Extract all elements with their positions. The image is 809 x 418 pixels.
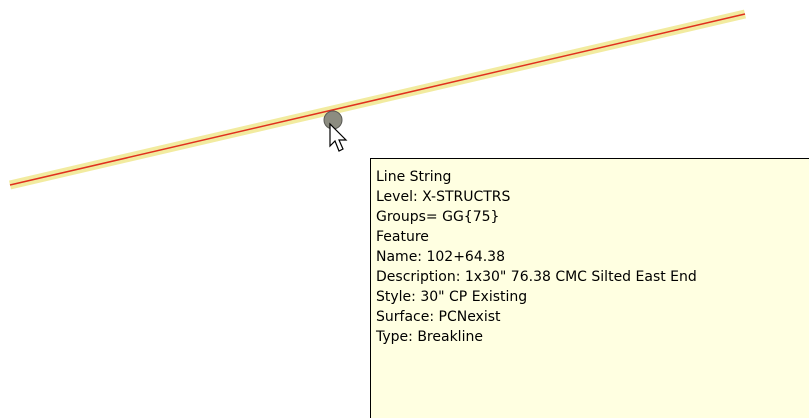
tooltip-element-type: Line String [376, 169, 452, 185]
tooltip-groups: Groups= GG{75} [376, 209, 500, 225]
tooltip-style: Style: 30" CP Existing [376, 289, 528, 305]
tooltip-level: Level: X-STRUCTRS [376, 189, 511, 205]
tooltip-description: Description: 1x30" 76.38 CMC Silted East… [376, 269, 697, 285]
tooltip-name: Name: 102+64.38 [376, 249, 506, 265]
tooltip-feature-heading: Feature [376, 229, 429, 245]
tooltip-type: Type: Breakline [376, 329, 483, 345]
element-info-tooltip: Line String Level: X-STRUCTRS Groups= GG… [370, 158, 809, 418]
tooltip-surface: Surface: PCNexist [376, 309, 501, 325]
